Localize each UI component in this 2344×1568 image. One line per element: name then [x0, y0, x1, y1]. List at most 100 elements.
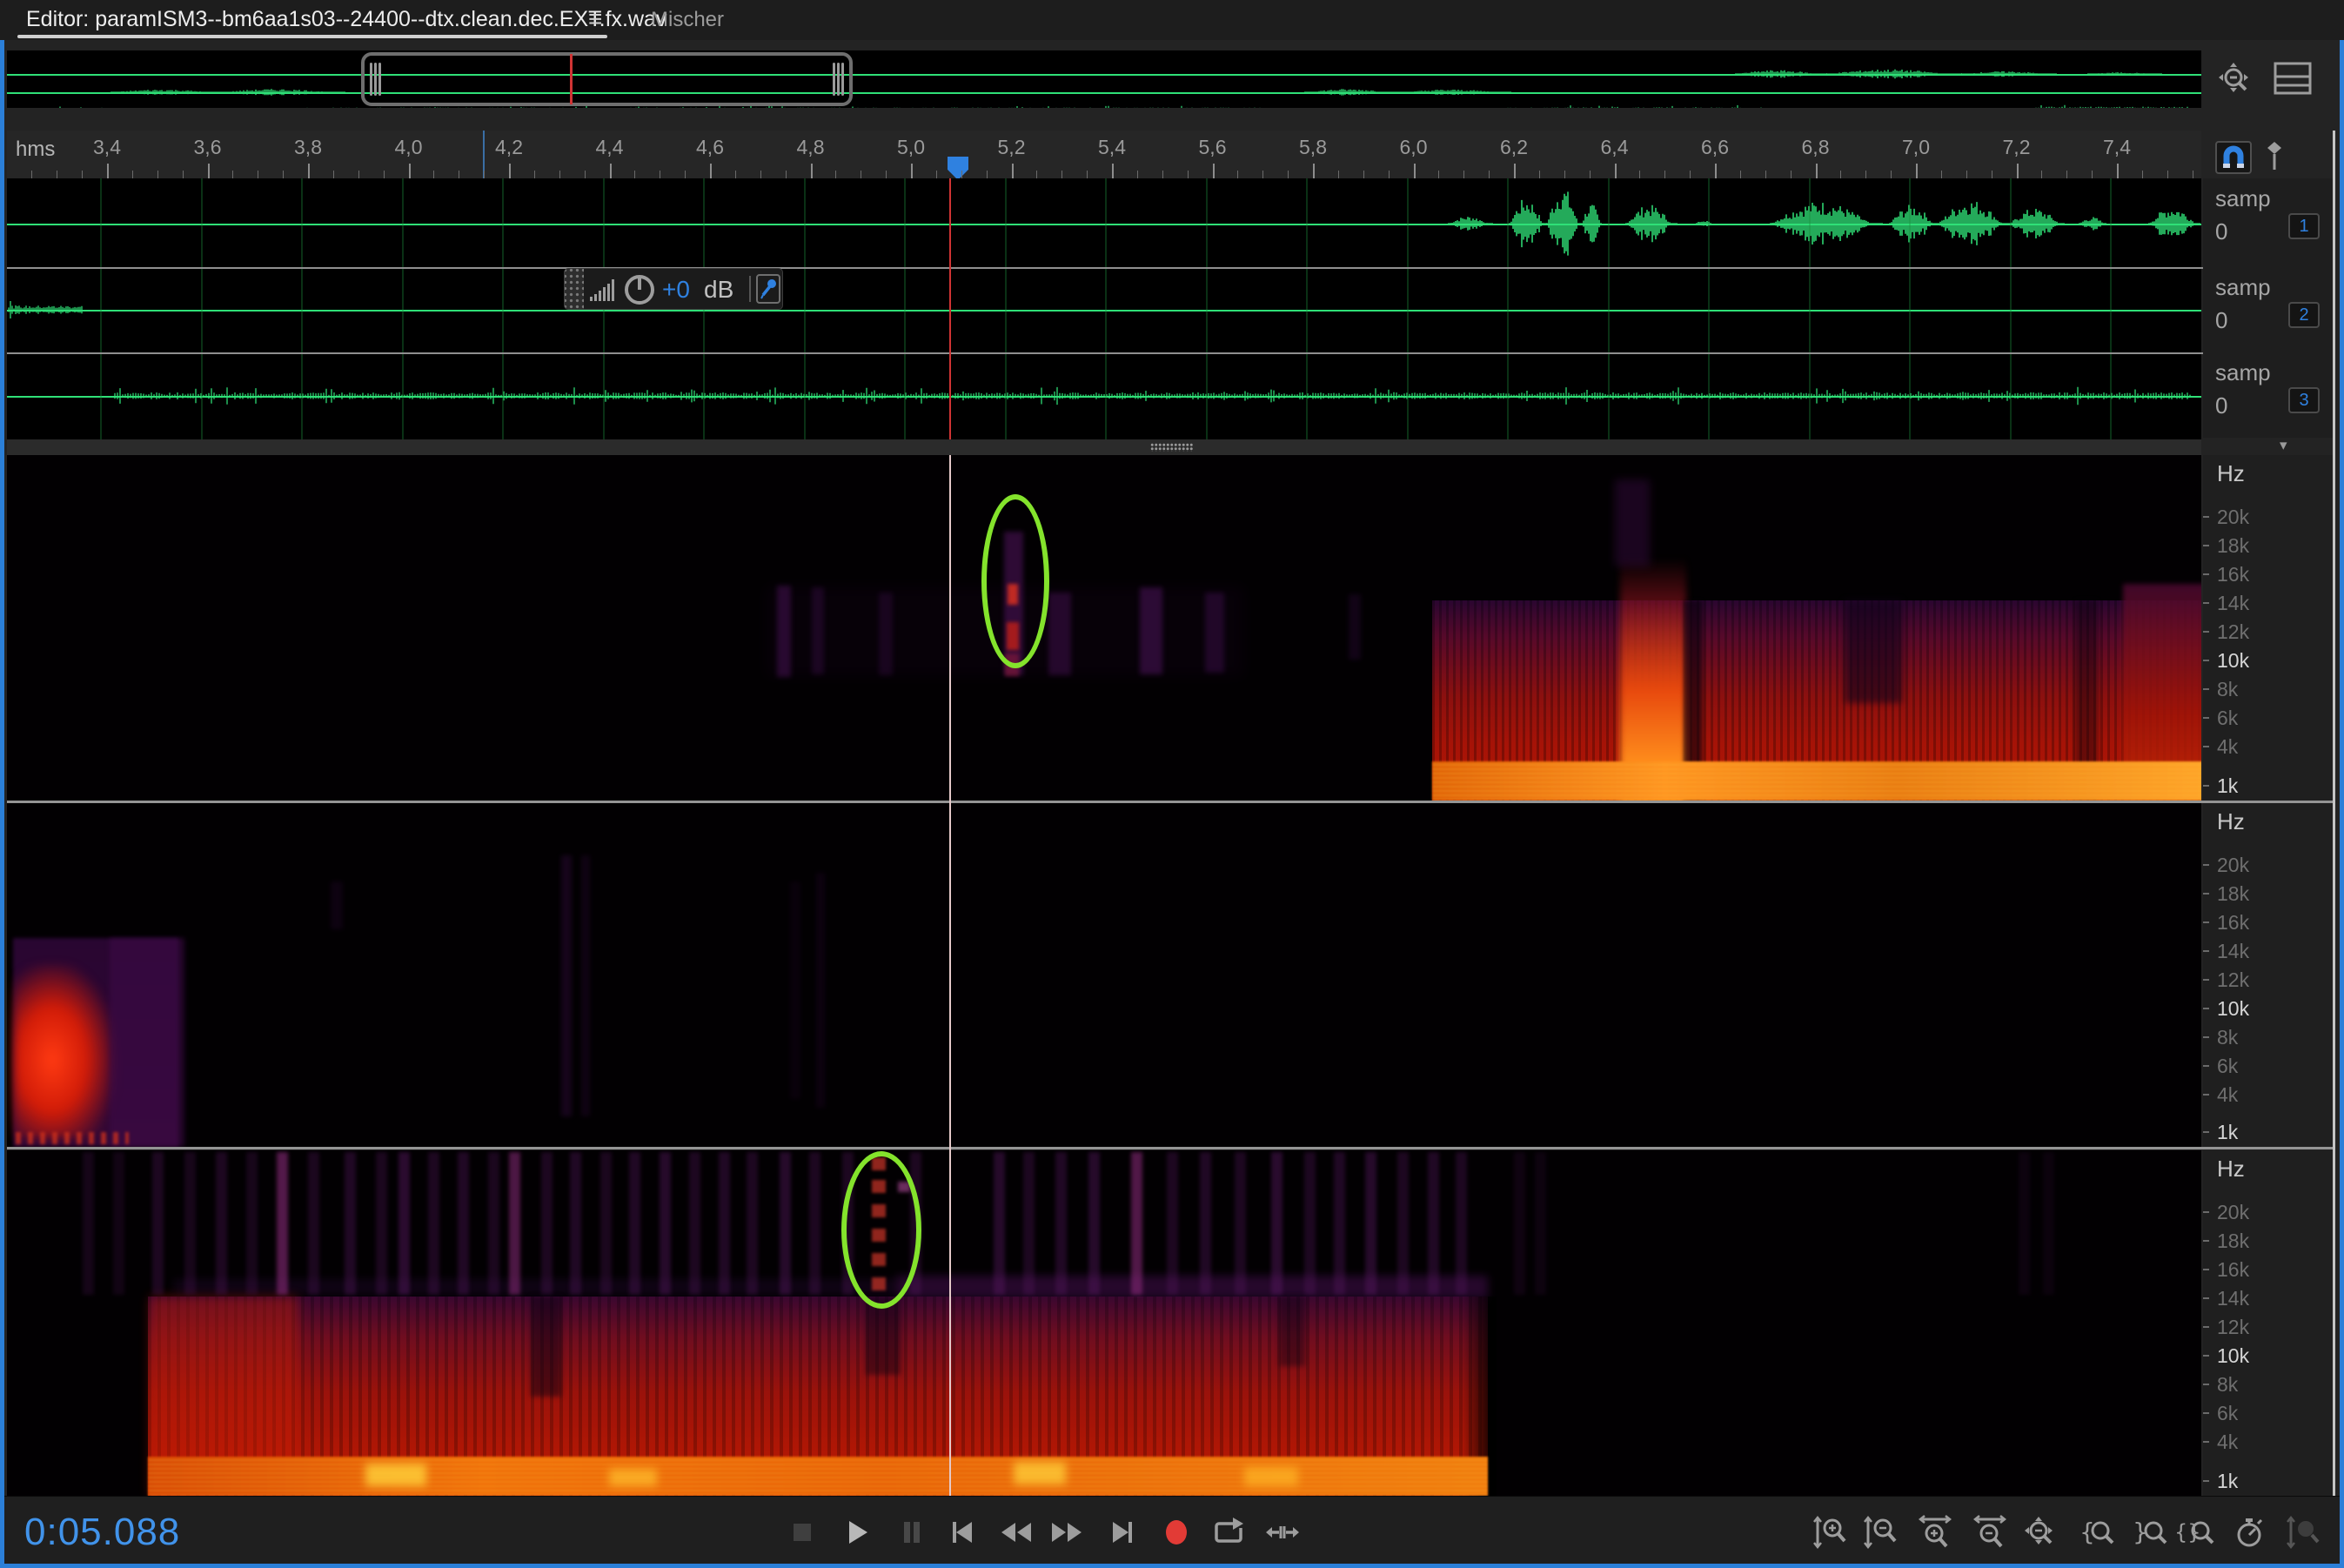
- zoom-out-point-icon[interactable]: }: [2131, 1513, 2169, 1551]
- frequency-label: 4k: [2203, 1431, 2335, 1453]
- spectrogram-art: [1244, 1467, 1298, 1486]
- ruler-minor-tick: [1564, 171, 1565, 178]
- pause-button[interactable]: [893, 1513, 931, 1551]
- viewport-right-grip[interactable]: [837, 63, 840, 96]
- frequency-label: 14k: [2203, 940, 2335, 962]
- channel3-badge[interactable]: 3: [2288, 387, 2320, 413]
- timer-icon[interactable]: [2231, 1513, 2269, 1551]
- overview-waveform: [7, 50, 2201, 108]
- ruler-minor-tick: [1690, 171, 1691, 178]
- ruler-minor-tick: [1188, 171, 1189, 178]
- frequency-label: 20k: [2203, 506, 2335, 528]
- volume-hud[interactable]: +0 dB: [564, 268, 783, 310]
- grid-line: [1507, 178, 1509, 439]
- ruler-minor-tick: [232, 171, 233, 178]
- time-display[interactable]: 0:05.088: [24, 1511, 180, 1554]
- ruler-tick-label: 7,2: [2003, 136, 2031, 159]
- zoom-reset-icon[interactable]: [2021, 1513, 2059, 1551]
- waveform-display[interactable]: [7, 178, 2201, 439]
- hud-gain-value[interactable]: +0: [662, 276, 690, 304]
- spectrogram-channel1[interactable]: [7, 455, 2201, 801]
- channel-gain-value[interactable]: 0: [2215, 307, 2227, 334]
- marker-pin-icon[interactable]: [2266, 141, 2283, 172]
- frequency-label: 8k: [2203, 1026, 2335, 1049]
- viewport-left-grip[interactable]: [370, 63, 372, 96]
- channel1-badge[interactable]: 1: [2288, 213, 2320, 239]
- hud-drag-handle[interactable]: [565, 269, 584, 309]
- ruler-tick-label: 5,0: [897, 136, 925, 159]
- ruler-major-tick: [811, 164, 813, 178]
- ruler-minor-tick: [433, 171, 434, 178]
- overview-viewport[interactable]: [361, 52, 853, 106]
- frequency-tick: [2203, 688, 2209, 690]
- tab-mixer[interactable]: Mischer: [651, 8, 724, 32]
- panel-layout-icon[interactable]: [2273, 61, 2313, 100]
- hud-pin-button[interactable]: [756, 274, 780, 304]
- go-to-end-button[interactable]: [1103, 1513, 1142, 1551]
- snap-magnet-button[interactable]: [2215, 141, 2252, 174]
- playhead-marker[interactable]: [948, 157, 968, 178]
- spectrogram-art: [1349, 594, 1361, 660]
- frequency-label: 8k: [2203, 678, 2335, 700]
- fast-forward-button[interactable]: [1048, 1513, 1086, 1551]
- frequency-label: 6k: [2203, 1402, 2335, 1424]
- play-button[interactable]: [837, 1513, 875, 1551]
- ruler-tick-label: 4,6: [696, 136, 724, 159]
- spectrogram-art: [1235, 1152, 1246, 1295]
- loop-playback-button[interactable]: [1209, 1513, 1248, 1551]
- ruler-major-tick: [509, 164, 511, 178]
- rewind-button[interactable]: [997, 1513, 1035, 1551]
- frequency-label: 16k: [2203, 911, 2335, 934]
- scrollbar-grip[interactable]: [1150, 443, 1194, 452]
- channel-gain-value[interactable]: 0: [2215, 392, 2227, 419]
- transport-bar: 0:05.088 { } {}: [0, 1496, 2344, 1564]
- viewport-left-grip[interactable]: [374, 63, 377, 96]
- channel2-badge[interactable]: 2: [2288, 302, 2320, 328]
- zoom-out-horizontal-icon[interactable]: [1971, 1513, 2009, 1551]
- spectrogram-channel2[interactable]: [7, 803, 2201, 1147]
- channel-gain-value[interactable]: 0: [2215, 218, 2227, 245]
- zoom-reset-icon[interactable]: [2217, 61, 2255, 104]
- ruler-tick-label: 5,6: [1199, 136, 1227, 159]
- spectrogram-playhead[interactable]: [949, 455, 951, 1496]
- panel-menu-icon[interactable]: ≡: [588, 5, 602, 33]
- panel-edge-line: [2333, 131, 2335, 1496]
- timeline-ruler[interactable]: hms 3,43,63,84,04,24,44,64,85,05,25,45,6…: [7, 131, 2201, 178]
- zoom-in-horizontal-icon[interactable]: [1916, 1513, 1954, 1551]
- viewport-left-grip[interactable]: [378, 63, 381, 96]
- channel-divider[interactable]: [7, 267, 2335, 269]
- frequency-tick: [2203, 1412, 2209, 1414]
- viewport-right-grip[interactable]: [833, 63, 835, 96]
- gain-knob[interactable]: [622, 272, 657, 312]
- record-button[interactable]: [1157, 1513, 1195, 1551]
- ruler-minor-tick: [1036, 171, 1037, 178]
- frequency-tick: [2203, 660, 2209, 661]
- ruler-tick-label: 7,0: [1902, 136, 1930, 159]
- horizontal-scrollbar[interactable]: [7, 439, 2201, 455]
- waveform-playhead[interactable]: [949, 178, 951, 439]
- ruler-minor-tick: [1463, 171, 1464, 178]
- spectrogram-art: [1167, 1152, 1178, 1295]
- ruler-minor-tick: [760, 171, 761, 178]
- skip-selection-button[interactable]: [1263, 1513, 1302, 1551]
- spectrogram-divider[interactable]: [7, 1147, 2335, 1149]
- ruler-minor-tick: [936, 171, 937, 178]
- zoom-in-vertical-icon[interactable]: [1812, 1513, 1850, 1551]
- zoom-in-point-icon[interactable]: {: [2078, 1513, 2116, 1551]
- chevron-down-icon[interactable]: ▾: [2280, 437, 2287, 454]
- tab-editor[interactable]: Editor: paramISM3--bm6aa1s03--24400--dtx…: [26, 7, 666, 32]
- stop-button[interactable]: [783, 1513, 821, 1551]
- frequency-label: 10k: [2203, 997, 2335, 1020]
- go-to-start-button[interactable]: [943, 1513, 981, 1551]
- viewport-right-grip[interactable]: [841, 63, 844, 96]
- frequency-scale-ch2: Hz 20k18k16k14k12k10k8k6k4k1k: [2203, 803, 2335, 1147]
- grid-line: [1608, 178, 1610, 439]
- zoom-out-vertical-icon[interactable]: [1862, 1513, 1900, 1551]
- channel-divider[interactable]: [7, 352, 2335, 354]
- overview-playhead[interactable]: [570, 54, 573, 104]
- zoom-selection-icon[interactable]: {}: [2176, 1513, 2214, 1551]
- spectrogram-art: [216, 1152, 227, 1295]
- ruler-minor-tick: [1539, 171, 1540, 178]
- spectrogram-channel3[interactable]: [7, 1150, 2201, 1496]
- overview-strip[interactable]: [7, 50, 2201, 108]
